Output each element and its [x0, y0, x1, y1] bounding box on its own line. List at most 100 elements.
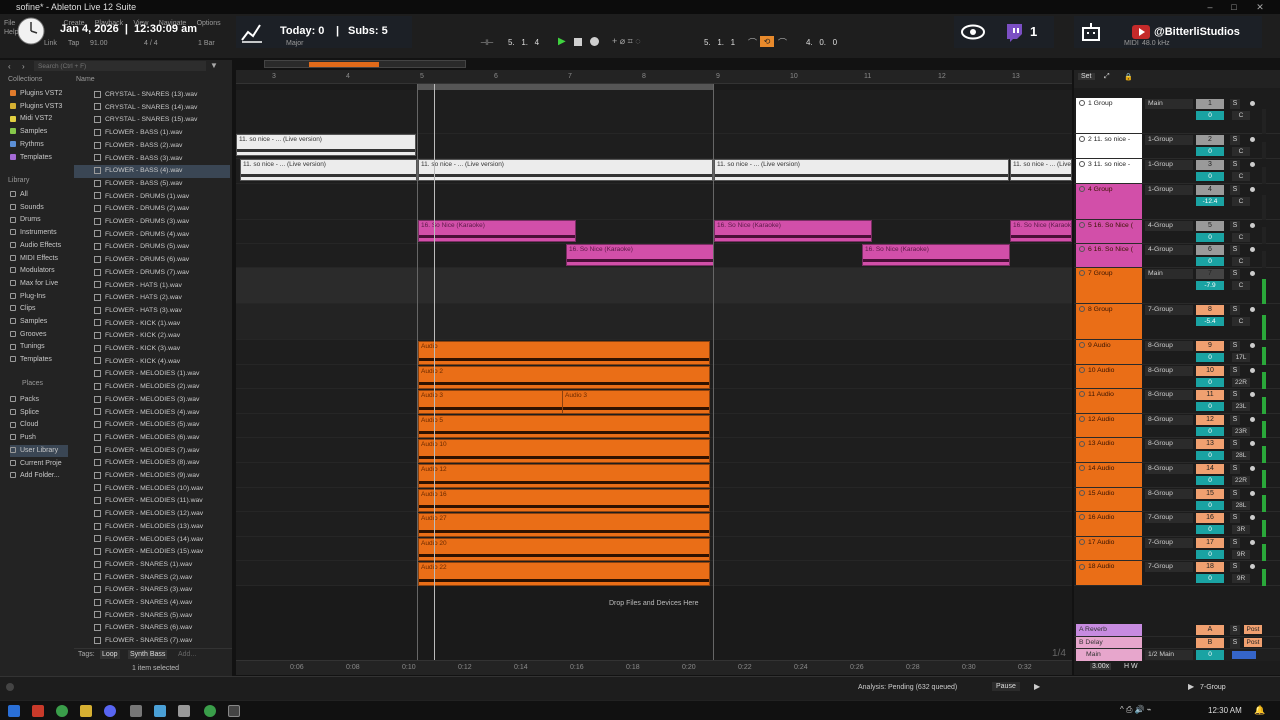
punch-in-icon[interactable]: ⌒	[748, 36, 757, 49]
file-row[interactable]: FLOWER - MELODIES (9).wav	[94, 470, 230, 483]
explorer-icon[interactable]	[80, 705, 92, 717]
fold-icon[interactable]	[1079, 563, 1085, 570]
mixer-track[interactable]: 16 Audio 7-Group 16 S 0 3R	[1074, 512, 1280, 537]
file-row[interactable]: FLOWER - SNARES (7).wav	[94, 635, 230, 648]
file-row[interactable]: FLOWER - MELODIES (14).wav	[94, 534, 230, 547]
arm-icon[interactable]	[1250, 223, 1255, 228]
track-volume[interactable]: 0	[1196, 257, 1224, 266]
file-row[interactable]: FLOWER - MELODIES (4).wav	[94, 407, 230, 420]
fold-icon[interactable]	[1079, 306, 1085, 313]
chrome-icon[interactable]	[56, 705, 68, 717]
track-pan[interactable]: 17L	[1232, 353, 1250, 362]
time-signature[interactable]: 4 / 4	[144, 40, 158, 47]
track-activator[interactable]: 16	[1196, 513, 1224, 524]
solo-button[interactable]: S	[1230, 221, 1240, 231]
file-row[interactable]: CRYSTAL - SNARES (15).wav	[94, 114, 230, 127]
track-activator[interactable]: 11	[1196, 390, 1224, 401]
live-clip[interactable]: 11. so nice - ... (Live version)	[240, 159, 417, 181]
file-row[interactable]: CRYSTAL - SNARES (14).wav	[94, 102, 230, 115]
track-activator[interactable]: 18	[1196, 562, 1224, 573]
file-row[interactable]: FLOWER - SNARES (3).wav	[94, 584, 230, 597]
arm-icon[interactable]	[1250, 392, 1255, 398]
library-item[interactable]: MIDI Effects	[10, 253, 58, 265]
live-clip[interactable]: 11. so nice - ... (Live version)	[236, 134, 416, 156]
return-post-button[interactable]: Post	[1244, 637, 1262, 647]
track-routing[interactable]: 1-Group	[1145, 160, 1193, 170]
pause-button[interactable]: Pause	[992, 682, 1020, 691]
audio-clip[interactable]: Audio 20	[418, 537, 710, 562]
link-button[interactable]: Link	[44, 40, 57, 47]
file-row[interactable]: FLOWER - DRUMS (5).wav	[94, 241, 230, 254]
file-row[interactable]: FLOWER - SNARES (4).wav	[94, 597, 230, 610]
fold-icon[interactable]	[1079, 465, 1085, 472]
library-item[interactable]: Drums	[10, 214, 41, 226]
track-name[interactable]: 13 Audio	[1076, 438, 1142, 462]
track-routing[interactable]: 8-Group	[1145, 365, 1193, 376]
fold-icon[interactable]	[1079, 342, 1085, 349]
record-icon[interactable]	[590, 37, 599, 46]
track-name[interactable]: 18 Audio	[1076, 561, 1142, 585]
track-name[interactable]: 15 Audio	[1076, 487, 1142, 512]
track-routing[interactable]: Main	[1145, 99, 1193, 109]
arm-icon[interactable]	[1250, 101, 1255, 106]
obs-icon[interactable]	[130, 705, 142, 717]
file-row[interactable]: FLOWER - HATS (1).wav	[94, 280, 230, 293]
lane-group-4[interactable]	[236, 184, 1072, 220]
app2-icon[interactable]	[178, 705, 190, 717]
library-item[interactable]: Plug-Ins	[10, 291, 46, 303]
file-row[interactable]: FLOWER - KICK (4).wav	[94, 356, 230, 369]
back-icon[interactable]: ‹	[8, 62, 11, 71]
mixer-track[interactable]: 13 Audio 8-Group 13 S 0 28L	[1074, 438, 1280, 463]
solo-button[interactable]: S	[1230, 513, 1240, 524]
file-row[interactable]: FLOWER - MELODIES (5).wav	[94, 419, 230, 432]
track-pan[interactable]: 9R	[1232, 549, 1250, 559]
fold-icon[interactable]	[1079, 161, 1085, 168]
track-activator[interactable]: 4	[1196, 185, 1224, 195]
return-solo-button[interactable]: S	[1230, 637, 1240, 648]
track-name[interactable]: 8 Group	[1076, 304, 1142, 339]
library-item[interactable]: Templates	[10, 354, 52, 366]
tap-button[interactable]: Tap	[68, 40, 79, 47]
audio-clip[interactable]: Audio 16	[418, 488, 710, 513]
library-item[interactable]: Samples	[10, 316, 47, 328]
solo-button[interactable]: S	[1230, 390, 1240, 401]
track-volume[interactable]: -12.4	[1196, 197, 1224, 206]
track-volume[interactable]: 0	[1196, 451, 1224, 461]
arm-icon[interactable]	[1250, 490, 1255, 496]
track-volume[interactable]: -5.4	[1196, 317, 1224, 326]
file-row[interactable]: FLOWER - MELODIES (10).wav	[94, 483, 230, 496]
follow-icon[interactable]: ⊣⊢	[480, 38, 494, 47]
track-name[interactable]: 16 Audio	[1076, 512, 1142, 536]
track-routing[interactable]: 7-Group	[1145, 537, 1193, 548]
track-pan[interactable]: 23L	[1232, 402, 1250, 412]
arm-icon[interactable]	[1250, 539, 1255, 545]
arm-icon[interactable]	[1250, 564, 1255, 570]
minimize-icon[interactable]: –	[1200, 0, 1220, 14]
library-item[interactable]: Grooves	[10, 329, 46, 341]
track-volume[interactable]: 0	[1196, 147, 1224, 156]
collection-item[interactable]: Plugins VST2	[10, 88, 62, 100]
main-route[interactable]: 1/2 Main	[1145, 650, 1193, 660]
track-routing[interactable]: 7-Group	[1145, 513, 1193, 524]
track-routing[interactable]: 8-Group	[1145, 464, 1193, 474]
solo-button[interactable]: S	[1230, 269, 1240, 279]
fold-icon[interactable]	[1079, 440, 1085, 447]
track-volume[interactable]: 0	[1196, 426, 1224, 436]
live-clip[interactable]: 11. so nice - ... (Live version)	[418, 159, 713, 181]
hw-toggle[interactable]: H W	[1124, 663, 1138, 670]
start-icon[interactable]	[8, 705, 20, 717]
tag-synth-bass[interactable]: Synth Bass	[128, 650, 168, 659]
track-name[interactable]: 4 Group	[1076, 184, 1142, 219]
solo-button[interactable]: S	[1230, 464, 1240, 474]
file-row[interactable]: FLOWER - MELODIES (12).wav	[94, 508, 230, 521]
lane-group-1[interactable]	[236, 90, 1072, 134]
solo-button[interactable]: S	[1230, 185, 1240, 195]
bar-ruler[interactable]: 3 4 5 6 7 8 9 10 11 12 13	[236, 70, 1072, 84]
track-activator[interactable]: 14	[1196, 464, 1224, 474]
solo-button[interactable]: S	[1230, 135, 1240, 145]
fold-icon[interactable]	[1079, 391, 1085, 398]
scale-label[interactable]: Major	[286, 40, 304, 47]
track-activator[interactable]: 7	[1196, 269, 1224, 279]
mixer-track[interactable]: 12 Audio 8-Group 12 S 0 23R	[1074, 413, 1280, 439]
arm-icon[interactable]	[1250, 162, 1255, 167]
